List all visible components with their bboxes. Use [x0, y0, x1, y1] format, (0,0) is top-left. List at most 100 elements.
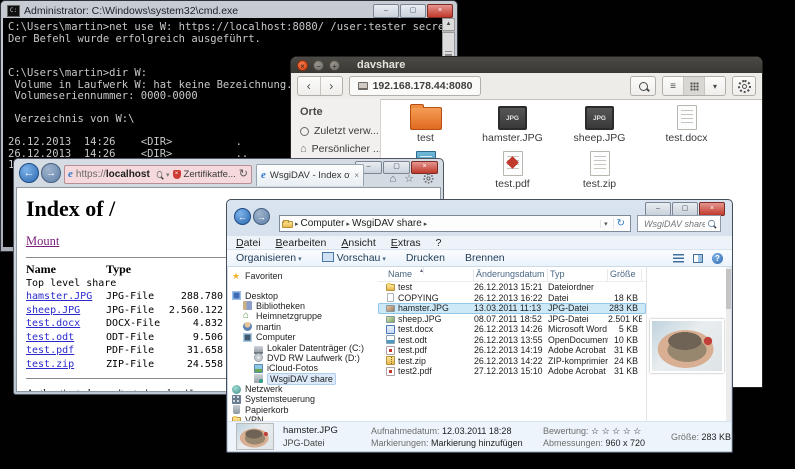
file-link[interactable]: test.pdf: [26, 345, 74, 356]
forward-button[interactable]: →: [41, 163, 61, 183]
tree-item[interactable]: WsgiDAV share: [232, 374, 378, 384]
file-link[interactable]: test.docx: [26, 318, 80, 329]
menu-bearbeiten[interactable]: Bearbeiten: [276, 237, 327, 249]
file-link[interactable]: hamster.JPG: [26, 291, 92, 302]
list-view-button[interactable]: ≡: [663, 77, 683, 95]
views-icon[interactable]: [673, 254, 684, 263]
file-item[interactable]: test.docx: [645, 103, 729, 149]
tree-item[interactable]: martin: [232, 322, 378, 332]
davshare-titlebar[interactable]: × − + davshare: [291, 57, 762, 73]
file-row[interactable]: test.odt 26.12.2013 13:55 OpenDocument T…: [378, 335, 646, 346]
tab-close-icon[interactable]: ×: [354, 171, 359, 180]
menu-datei[interactable]: Datei: [236, 237, 261, 249]
maximize-button[interactable]: ▢: [672, 202, 698, 216]
file-row[interactable]: hamster.JPG 13.03.2011 11:13 JPG-Datei 2…: [378, 303, 646, 314]
address-dropdown-icon[interactable]: ▾: [600, 220, 611, 228]
close-button[interactable]: ×: [297, 60, 308, 71]
tree-item[interactable]: Netzwerk: [232, 384, 378, 394]
forward-button[interactable]: ›: [321, 77, 343, 95]
minimize-button[interactable]: –: [373, 4, 399, 18]
column-header-date[interactable]: Änderungsdatum: [474, 269, 548, 281]
column-header-size[interactable]: Größe: [608, 269, 642, 281]
home-icon[interactable]: ⌂: [389, 173, 396, 185]
maximize-button[interactable]: +: [329, 60, 340, 71]
tree-item[interactable]: Computer: [232, 332, 378, 342]
view-options-button[interactable]: ▾: [705, 77, 725, 95]
tree-item[interactable]: Systemsteuerung: [232, 394, 378, 404]
close-button[interactable]: ×: [427, 4, 453, 18]
preview-scrollbar[interactable]: [726, 267, 731, 422]
mount-link[interactable]: Mount: [26, 234, 59, 248]
search-box[interactable]: [637, 215, 721, 232]
tree-item[interactable]: iCloud-Fotos: [232, 363, 378, 373]
print-button[interactable]: Drucken: [406, 252, 445, 264]
tags-value[interactable]: Markierung hinzufügen: [431, 438, 523, 448]
file-item[interactable]: test.zip: [558, 149, 642, 195]
help-icon[interactable]: ?: [712, 253, 723, 264]
breadcrumb-item-computer[interactable]: Computer: [301, 218, 345, 229]
location-bar[interactable]: 192.168.178.44:8080: [349, 76, 481, 96]
cmd-titlebar[interactable]: C: Administrator: C:\Windows\system32\cm…: [3, 3, 455, 18]
tree-item[interactable]: Favoriten: [232, 271, 378, 281]
file-row[interactable]: test.zip 26.12.2013 14:22 ZIP-komprimier…: [378, 356, 646, 367]
certificate-error-icon[interactable]: ×: [173, 170, 181, 179]
file-link[interactable]: test.zip: [26, 359, 74, 370]
file-row[interactable]: COPYING 26.12.2013 16:22 Datei 18 KB: [378, 293, 646, 304]
preview-pane-icon[interactable]: [693, 254, 703, 263]
scroll-up-icon[interactable]: ▲: [442, 18, 455, 31]
browser-tab[interactable]: e WsgiDAV - Index of / ×: [256, 164, 364, 186]
place-item[interactable]: ⌂ Persönlicher ...: [300, 143, 380, 155]
file-row[interactable]: sheep.JPG 08.07.2011 18:52 JPG-Datei 2.5…: [378, 314, 646, 325]
certificate-error-label[interactable]: Zertifikatfe...: [184, 169, 236, 180]
file-link[interactable]: test.odt: [26, 332, 74, 343]
tree-item[interactable]: Desktop: [232, 290, 378, 300]
tree-item[interactable]: Heimnetzgruppe: [232, 311, 378, 321]
search-button[interactable]: [630, 76, 656, 96]
file-row[interactable]: test 26.12.2013 15:21 Dateiordner: [378, 282, 646, 293]
burn-button[interactable]: Brennen: [465, 252, 505, 264]
back-button[interactable]: ←: [234, 208, 251, 225]
chevron-down-icon[interactable]: ▾: [166, 171, 170, 179]
menu-extras[interactable]: Extras: [391, 237, 421, 249]
organize-button[interactable]: Organisieren: [236, 252, 302, 264]
breadcrumb[interactable]: ▸ Computer ▸ WsgiDAV share ▸ ▾ ↻: [279, 215, 631, 232]
back-button[interactable]: ←: [19, 163, 39, 183]
tree-item[interactable]: Bibliotheken: [232, 301, 378, 311]
rating-stars[interactable]: ☆ ☆ ☆ ☆ ☆: [591, 426, 641, 436]
file-item[interactable]: test.pdf: [471, 149, 555, 195]
gear-icon[interactable]: [423, 173, 433, 183]
refresh-icon[interactable]: ↻: [613, 218, 628, 229]
tree-item[interactable]: DVD RW Laufwerk (D:): [232, 353, 378, 363]
file-item[interactable]: hamster.JPG: [471, 103, 555, 149]
column-header-type[interactable]: Type: [106, 263, 158, 277]
place-item[interactable]: Zuletzt verw...: [300, 125, 380, 137]
back-button[interactable]: ‹: [298, 77, 321, 95]
refresh-icon[interactable]: ↻: [239, 169, 248, 180]
column-header-name[interactable]: Name: [386, 269, 474, 281]
grid-view-button[interactable]: [683, 77, 705, 95]
tree-item[interactable]: Lokaler Datenträger (C:): [232, 342, 378, 352]
search-input[interactable]: [642, 218, 707, 230]
search-icon[interactable]: [157, 171, 163, 178]
minimize-button[interactable]: −: [313, 60, 324, 71]
file-item[interactable]: sheep.JPG: [558, 103, 642, 149]
minimize-button[interactable]: –: [645, 202, 671, 216]
preview-button[interactable]: Vorschau: [322, 252, 386, 264]
menu-ansicht[interactable]: Ansicht: [341, 237, 375, 249]
column-header-type[interactable]: Typ: [548, 269, 608, 281]
settings-button[interactable]: [732, 76, 756, 96]
file-row[interactable]: test2.pdf 27.12.2013 15:10 Adobe Acrobat…: [378, 366, 646, 377]
menu-help[interactable]: ?: [436, 237, 442, 249]
file-link[interactable]: sheep.JPG: [26, 305, 80, 316]
favorites-star-icon[interactable]: ☆: [404, 172, 414, 185]
close-button[interactable]: ×: [699, 202, 725, 216]
file-row[interactable]: test.docx 26.12.2013 14:26 Microsoft Wor…: [378, 324, 646, 335]
maximize-button[interactable]: ▢: [400, 4, 426, 18]
column-header-name[interactable]: Name: [26, 263, 106, 277]
file-row[interactable]: test.pdf 26.12.2013 14:19 Adobe Acrobat …: [378, 345, 646, 356]
forward-button[interactable]: →: [253, 208, 270, 225]
tree-item[interactable]: Papierkorb: [232, 405, 378, 415]
file-item[interactable]: test: [384, 103, 468, 149]
address-bar[interactable]: e https://localhost:8080/ ▾ × Zertifikat…: [64, 165, 252, 184]
breadcrumb-item-share[interactable]: WsgiDAV share: [352, 218, 422, 229]
